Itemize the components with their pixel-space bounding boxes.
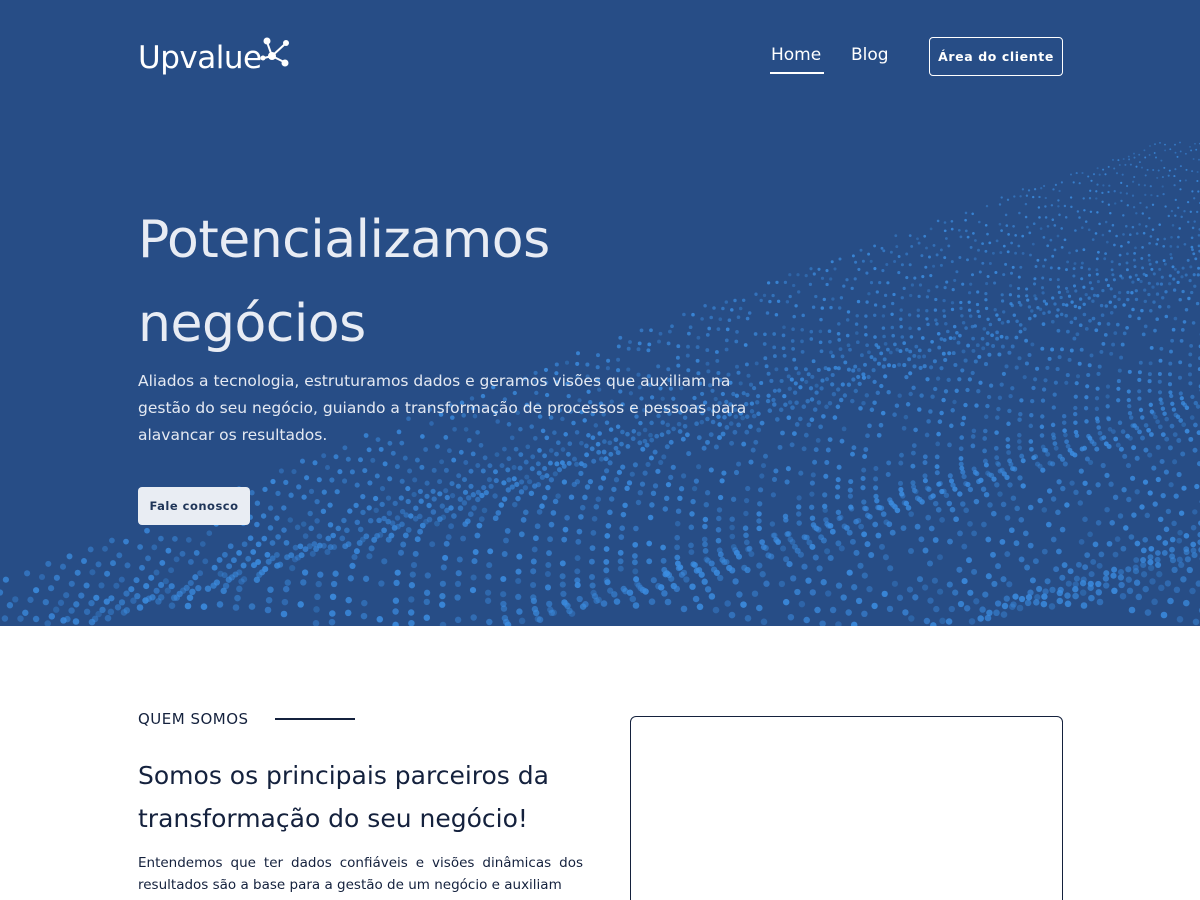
nav-blog-link[interactable]: Blog	[851, 45, 889, 65]
client-area-button[interactable]: Área do cliente	[929, 37, 1063, 76]
about-text: Entendemos que ter dados confiáveis e vi…	[138, 855, 583, 893]
about-title: Somos os principais parceiros da transfo…	[138, 761, 549, 833]
active-nav-underline	[770, 72, 824, 74]
top-navigation: Home Blog Área do cliente	[0, 0, 1200, 100]
section-label-line	[275, 718, 355, 720]
about-media-frame	[630, 716, 1063, 900]
hero-description: Aliados a tecnologia, estruturamos dados…	[138, 372, 747, 444]
nav-home-link[interactable]: Home	[771, 45, 821, 65]
hero-title: Potencializamos negócios	[138, 198, 838, 366]
section-label: QUEM SOMOS	[138, 710, 249, 728]
contact-us-button[interactable]: Fale conosco	[138, 487, 250, 525]
hero-title-line2: negócios	[138, 294, 366, 354]
hero-title-line1: Potencializamos	[138, 210, 550, 270]
hero-section: Upvalue Home Blog Área do cliente Potenc…	[0, 0, 1200, 626]
